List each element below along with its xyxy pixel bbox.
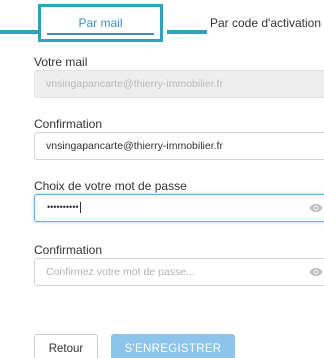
email-confirm-field[interactable] xyxy=(35,133,305,159)
password-confirm-label: Confirmation xyxy=(34,243,103,257)
active-tab-indicator xyxy=(47,33,154,35)
password-label: Choix de votre mot de passe xyxy=(34,179,187,193)
signup-form-page: Par mail Par code d'activation Votre mai… xyxy=(0,0,324,358)
password-field[interactable]: •••••••••• xyxy=(34,194,324,222)
register-button[interactable]: S'ENREGISTRER xyxy=(111,334,235,358)
back-button[interactable]: Retour xyxy=(34,334,98,358)
tab-by-mail[interactable]: Par mail xyxy=(38,4,163,42)
tab-by-activation-code[interactable]: Par code d'activation xyxy=(207,4,324,42)
tab-by-mail-label: Par mail xyxy=(78,16,123,30)
email-confirm-field-box xyxy=(34,132,324,160)
email-field-box xyxy=(34,70,324,98)
email-label: Votre mail xyxy=(34,55,88,69)
tab-by-activation-code-label: Par code d'activation xyxy=(209,16,322,30)
highlight-line-left xyxy=(0,30,38,34)
password-dots: •••••••••• xyxy=(47,202,79,212)
text-caret xyxy=(79,202,81,214)
eye-icon[interactable] xyxy=(309,202,323,214)
highlight-line-right xyxy=(167,30,207,34)
password-confirm-field-box xyxy=(34,258,324,286)
tab-bar: Par mail Par code d'activation xyxy=(0,0,324,48)
password-masked-value: •••••••••• xyxy=(47,202,81,214)
password-confirm-field[interactable] xyxy=(35,259,305,285)
eye-icon[interactable] xyxy=(309,266,323,278)
email-field[interactable] xyxy=(35,71,305,97)
email-confirm-label: Confirmation xyxy=(34,117,103,131)
